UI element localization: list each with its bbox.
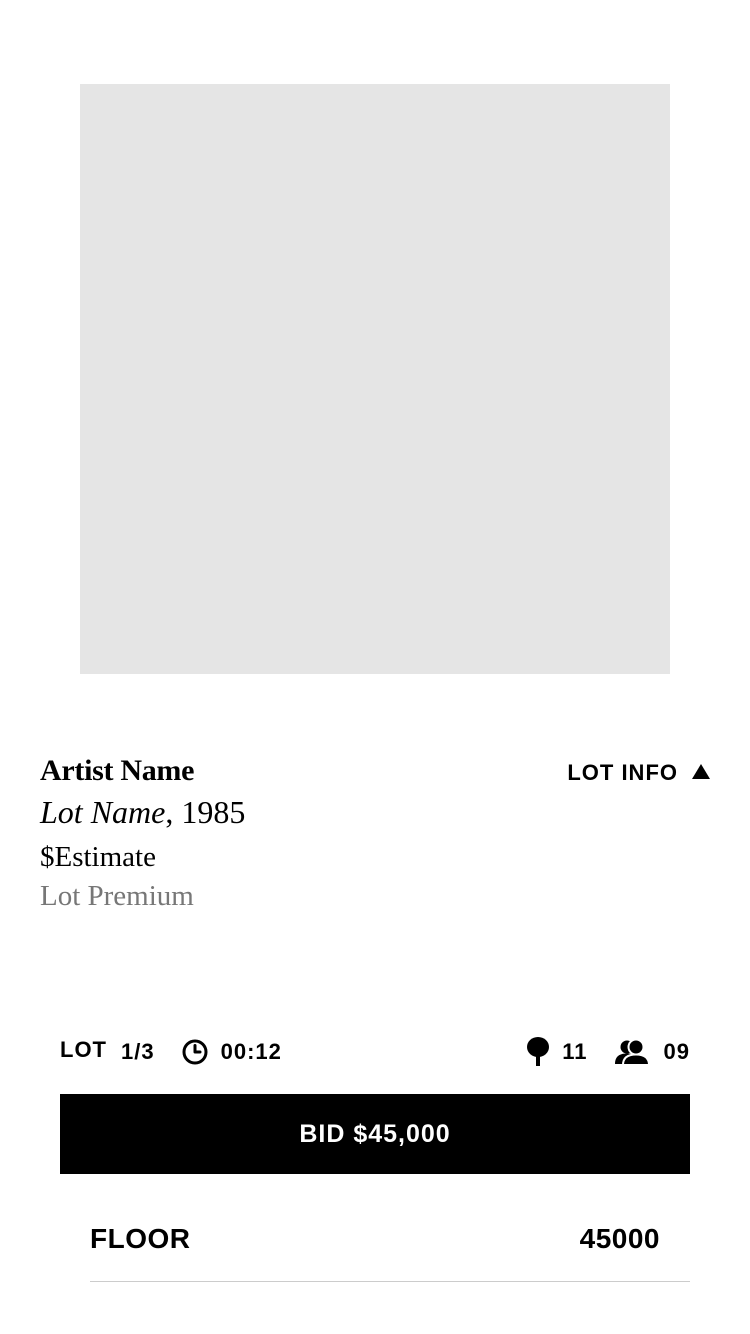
- lot-title-line: Lot Name, 1985: [40, 792, 245, 832]
- floor-value: 45000: [579, 1223, 660, 1254]
- lot-image-placeholder[interactable]: [80, 84, 670, 674]
- lot-details: Artist Name Lot Name, 1985 $Estimate Lot…: [40, 752, 245, 915]
- lot-info-label: LOT INFO: [567, 760, 678, 785]
- status-left: LOT 1/3 00:12: [60, 1037, 282, 1066]
- floor-label: FLOOR: [90, 1223, 191, 1254]
- lot-estimate: $Estimate: [40, 841, 156, 873]
- floor-divider: [90, 1281, 690, 1282]
- artist-name: Artist Name: [40, 754, 195, 787]
- triangle-up-icon: [692, 764, 710, 779]
- bid-button[interactable]: BID $45,000: [60, 1094, 690, 1174]
- lot-name: Lot Name: [40, 794, 166, 830]
- paddle-count: 11: [562, 1039, 588, 1064]
- bidders-count: 09: [663, 1039, 690, 1064]
- paddle-icon: [526, 1037, 550, 1067]
- status-right: 11 09: [526, 1037, 690, 1067]
- lot-counter: 1/3: [121, 1039, 155, 1064]
- status-bar: LOT 1/3 00:12 11 09: [60, 1034, 690, 1070]
- floor-row: FLOOR 45000: [90, 1216, 660, 1262]
- bidders-icon: [614, 1038, 650, 1066]
- lot-premium: Lot Premium: [40, 880, 194, 912]
- lot-info-toggle[interactable]: LOT INFO: [567, 760, 710, 786]
- clock-icon: [181, 1038, 209, 1066]
- lot-year: 1985: [181, 794, 246, 830]
- lot-label: LOT: [60, 1037, 107, 1062]
- year-separator: ,: [165, 794, 182, 830]
- countdown-timer: 00:12: [220, 1039, 282, 1064]
